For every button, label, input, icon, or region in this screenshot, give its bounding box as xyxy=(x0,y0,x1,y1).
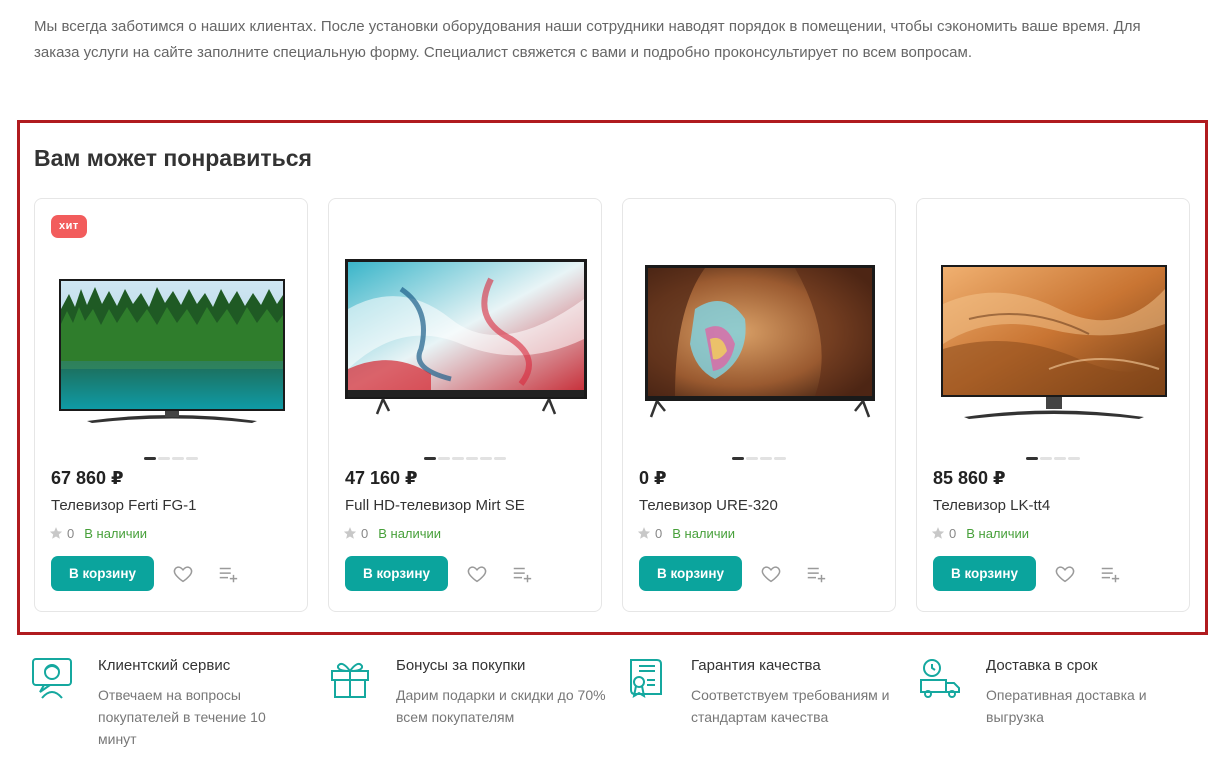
feature-quality: Гарантия качества Соответствуем требован… xyxy=(623,652,903,762)
feature-title: Гарантия качества xyxy=(691,657,821,674)
rating-count: 0 xyxy=(949,525,957,541)
compare-list-icon[interactable] xyxy=(1099,563,1121,585)
feature-title: Бонусы за покупки xyxy=(396,657,526,674)
image-carousel-dots[interactable] xyxy=(917,457,1189,461)
feature-title: Доставка в срок xyxy=(986,657,1098,674)
add-to-cart-button[interactable]: В корзину xyxy=(345,556,448,591)
support-agent-icon xyxy=(32,658,72,699)
product-price: 0 ₽ xyxy=(639,468,667,488)
product-name[interactable]: Телевизор URE-320 xyxy=(639,497,778,514)
advantages-row: Клиентский сервис Отвечаем на вопросы по… xyxy=(30,652,1200,762)
star-icon xyxy=(343,527,357,539)
compare-list-icon[interactable] xyxy=(511,563,533,585)
feature-title: Клиентский сервис xyxy=(98,657,231,674)
product-card[interactable]: 0 ₽ Телевизор URE-320 0 В наличии В корз… xyxy=(622,198,896,612)
product-card[interactable]: 47 160 ₽ Full HD-телевизор Mirt SE 0 В н… xyxy=(328,198,602,612)
recommendations-title: Вам может понравиться xyxy=(34,145,312,171)
stock-status: В наличии xyxy=(84,525,148,541)
heart-icon[interactable] xyxy=(1054,563,1076,585)
compare-list-icon[interactable] xyxy=(217,563,239,585)
tv-product-image[interactable] xyxy=(47,249,297,424)
product-price: 67 860 ₽ xyxy=(51,468,124,488)
compare-list-icon[interactable] xyxy=(805,563,827,585)
feature-text: Оперативная доставка и выгрузка xyxy=(986,687,1147,725)
rating-count: 0 xyxy=(67,525,75,541)
heart-icon[interactable] xyxy=(760,563,782,585)
tv-product-image[interactable] xyxy=(929,249,1179,424)
image-carousel-dots[interactable] xyxy=(623,457,895,461)
recommendations-block: Вам может понравиться хит 67 860 ₽ Телев… xyxy=(17,120,1208,635)
product-name[interactable]: Телевизор LK-tt4 xyxy=(933,497,1050,514)
image-carousel-dots[interactable] xyxy=(329,457,601,461)
product-card[interactable]: 85 860 ₽ Телевизор LK-tt4 0 В наличии В … xyxy=(916,198,1190,612)
gift-icon xyxy=(331,662,369,698)
add-to-cart-button[interactable]: В корзину xyxy=(933,556,1036,591)
intro-text: Мы всегда заботимся о наших клиентах. По… xyxy=(34,18,1141,61)
hit-badge: хит xyxy=(51,215,87,238)
stock-status: В наличии xyxy=(378,525,442,541)
star-icon xyxy=(931,527,945,539)
product-price: 85 860 ₽ xyxy=(933,468,1006,488)
rating-count: 0 xyxy=(655,525,663,541)
add-to-cart-button[interactable]: В корзину xyxy=(51,556,154,591)
certificate-icon xyxy=(630,659,662,699)
rating-count: 0 xyxy=(361,525,369,541)
tv-product-image[interactable] xyxy=(635,249,885,424)
product-meta: 0 В наличии xyxy=(343,525,441,541)
add-to-cart-button[interactable]: В корзину xyxy=(639,556,742,591)
product-meta: 0 В наличии xyxy=(931,525,1029,541)
stock-status: В наличии xyxy=(966,525,1030,541)
stock-status: В наличии xyxy=(672,525,736,541)
tv-product-image[interactable] xyxy=(341,249,591,424)
product-card[interactable]: хит 67 860 ₽ Телевизор Ferti FG-1 0 В на… xyxy=(34,198,308,612)
feature-bonuses: Бонусы за покупки Дарим подарки и скидки… xyxy=(328,652,608,762)
feature-text: Отвечаем на вопросы покупателей в течени… xyxy=(98,687,266,747)
product-meta: 0 В наличии xyxy=(49,525,147,541)
star-icon xyxy=(49,527,63,539)
feature-text: Соответствуем требованиям и стандартам к… xyxy=(691,687,890,725)
image-carousel-dots[interactable] xyxy=(35,457,307,461)
product-name[interactable]: Телевизор Ferti FG-1 xyxy=(51,497,197,514)
feature-delivery: Доставка в срок Оперативная доставка и в… xyxy=(918,652,1198,762)
feature-text: Дарим подарки и скидки до 70% всем покуп… xyxy=(396,687,606,725)
feature-customer-service: Клиентский сервис Отвечаем на вопросы по… xyxy=(30,652,310,762)
heart-icon[interactable] xyxy=(466,563,488,585)
product-meta: 0 В наличии xyxy=(637,525,735,541)
heart-icon[interactable] xyxy=(172,563,194,585)
product-name[interactable]: Full HD-телевизор Mirt SE xyxy=(345,497,525,514)
product-price: 47 160 ₽ xyxy=(345,468,418,488)
star-icon xyxy=(637,527,651,539)
delivery-truck-icon xyxy=(920,659,960,698)
